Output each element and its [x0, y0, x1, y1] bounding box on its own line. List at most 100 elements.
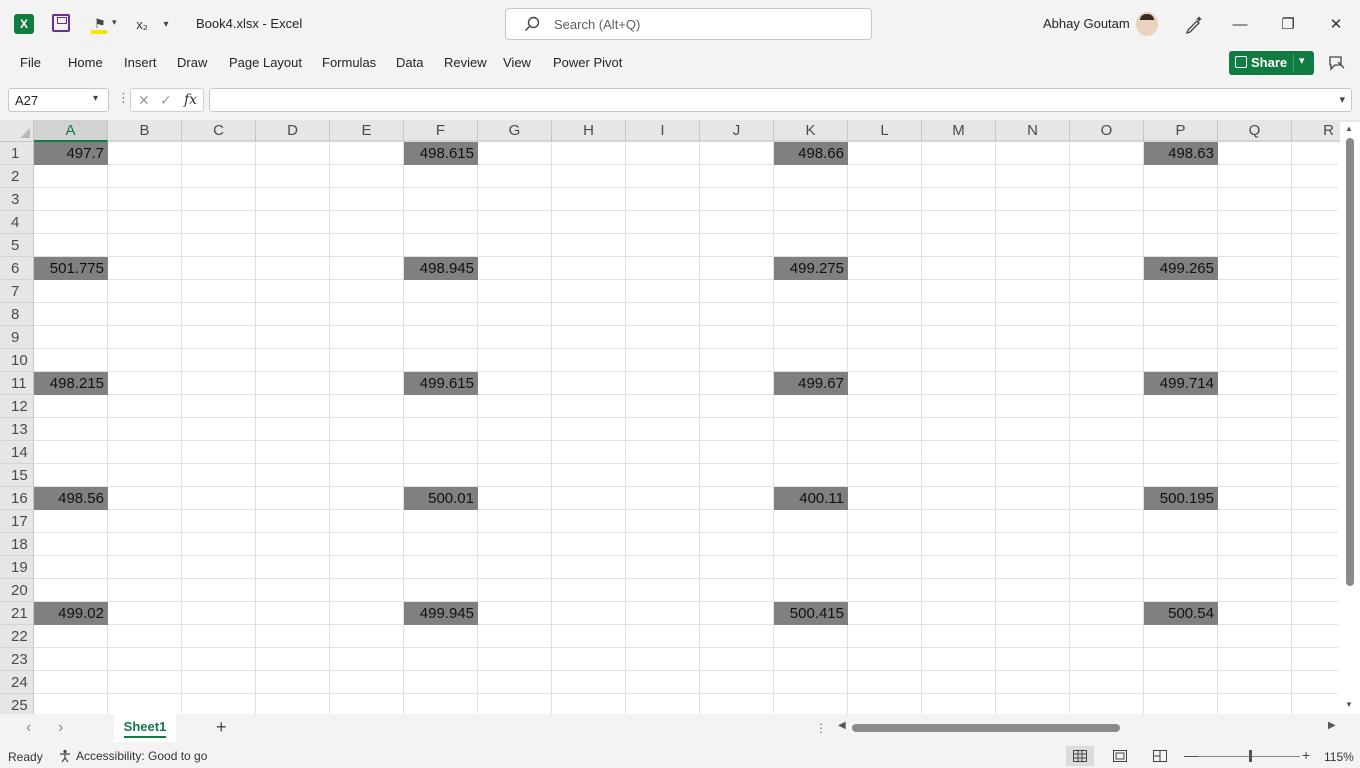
cell-f21[interactable]: 499.945: [404, 602, 478, 625]
cell-a11[interactable]: 498.215: [34, 372, 108, 395]
column-header-m[interactable]: M: [922, 120, 996, 142]
cell-k16[interactable]: 400.11: [774, 487, 848, 510]
zoom-in-button[interactable]: +: [1302, 747, 1310, 763]
row-header-12[interactable]: 12: [0, 395, 34, 418]
tab-draw[interactable]: Draw: [177, 55, 207, 70]
column-header-p[interactable]: P: [1144, 120, 1218, 142]
cell-p1[interactable]: 498.63: [1144, 142, 1218, 165]
row-header-23[interactable]: 23: [0, 648, 34, 671]
expand-formula-icon[interactable]: ▾: [1339, 93, 1345, 106]
cell-f6[interactable]: 498.945: [404, 257, 478, 280]
row-header-15[interactable]: 15: [0, 464, 34, 487]
cell-f11[interactable]: 499.615: [404, 372, 478, 395]
cell-k21[interactable]: 500.415: [774, 602, 848, 625]
minimize-button[interactable]: —: [1225, 10, 1255, 38]
column-header-b[interactable]: B: [108, 120, 182, 142]
copilot-pen-icon[interactable]: [1184, 14, 1204, 34]
zoom-slider-thumb[interactable]: [1249, 750, 1252, 762]
share-button[interactable]: Share ▾: [1229, 51, 1314, 75]
tab-formulas[interactable]: Formulas: [322, 55, 376, 70]
column-header-q[interactable]: Q: [1218, 120, 1292, 142]
chevron-down-icon[interactable]: ▾: [1299, 54, 1305, 67]
row-header-9[interactable]: 9: [0, 326, 34, 349]
normal-view-button[interactable]: [1066, 746, 1094, 766]
column-header-g[interactable]: G: [478, 120, 552, 142]
column-header-e[interactable]: E: [330, 120, 404, 142]
cell-p21[interactable]: 500.54: [1144, 602, 1218, 625]
fill-color-icon[interactable]: ⚑ ▾: [90, 13, 117, 35]
row-header-11[interactable]: 11: [0, 372, 34, 395]
column-header-n[interactable]: N: [996, 120, 1070, 142]
cell-k11[interactable]: 499.67: [774, 372, 848, 395]
row-header-6[interactable]: 6: [0, 257, 34, 280]
add-sheet-button[interactable]: +: [216, 717, 227, 738]
formula-input[interactable]: ▾: [209, 88, 1352, 112]
tab-insert[interactable]: Insert: [124, 55, 157, 70]
column-header-k[interactable]: K: [774, 120, 848, 142]
tab-review[interactable]: Review: [444, 55, 487, 70]
scroll-right-icon[interactable]: ▶: [1328, 720, 1336, 731]
row-header-3[interactable]: 3: [0, 188, 34, 211]
chevron-left-icon[interactable]: ‹: [26, 719, 31, 737]
column-header-j[interactable]: J: [700, 120, 774, 142]
cell-p11[interactable]: 499.714: [1144, 372, 1218, 395]
row-header-25[interactable]: 25: [0, 694, 34, 714]
scroll-down-icon[interactable]: ▼: [1345, 700, 1353, 709]
cancel-icon[interactable]: ✕: [138, 92, 150, 109]
zoom-out-button[interactable]: —: [1184, 747, 1198, 763]
row-header-19[interactable]: 19: [0, 556, 34, 579]
cell-k1[interactable]: 498.66: [774, 142, 848, 165]
save-icon[interactable]: [52, 14, 70, 32]
chevron-down-icon[interactable]: ▾: [93, 93, 98, 104]
tab-page-layout[interactable]: Page Layout: [229, 55, 302, 70]
cell-a1[interactable]: 497.7: [34, 142, 108, 165]
comments-icon[interactable]: [1328, 54, 1346, 72]
user-avatar[interactable]: [1136, 12, 1158, 36]
row-header-7[interactable]: 7: [0, 280, 34, 303]
customize-quick-access-icon[interactable]: ▾: [160, 14, 172, 34]
page-layout-view-button[interactable]: [1106, 746, 1134, 766]
column-header-d[interactable]: D: [256, 120, 330, 142]
search-box[interactable]: Search (Alt+Q): [505, 8, 872, 40]
cell-area[interactable]: 497.7 501.775 498.215 498.56 499.02 498.615 49…: [34, 142, 1338, 714]
more-options-icon[interactable]: ⋮: [117, 90, 130, 106]
cell-f1[interactable]: 498.615: [404, 142, 478, 165]
cell-a16[interactable]: 498.56: [34, 487, 108, 510]
row-header-24[interactable]: 24: [0, 671, 34, 694]
column-header-c[interactable]: C: [182, 120, 256, 142]
column-header-o[interactable]: O: [1070, 120, 1144, 142]
row-header-21[interactable]: 21: [0, 602, 34, 625]
accessibility-status[interactable]: Accessibility: Good to go: [58, 749, 207, 763]
tab-view[interactable]: View: [503, 55, 531, 70]
cell-a6[interactable]: 501.775: [34, 257, 108, 280]
cell-k6[interactable]: 499.275: [774, 257, 848, 280]
cell-f16[interactable]: 500.01: [404, 487, 478, 510]
page-break-view-button[interactable]: [1146, 746, 1174, 766]
column-header-a[interactable]: A: [34, 120, 108, 142]
row-header-16[interactable]: 16: [0, 487, 34, 510]
user-name[interactable]: Abhay Goutam: [1043, 16, 1130, 31]
row-header-14[interactable]: 14: [0, 441, 34, 464]
row-header-8[interactable]: 8: [0, 303, 34, 326]
tab-file[interactable]: File: [20, 55, 41, 70]
restore-button[interactable]: ❐: [1273, 10, 1303, 38]
cell-p6[interactable]: 499.265: [1144, 257, 1218, 280]
row-header-2[interactable]: 2: [0, 165, 34, 188]
row-header-10[interactable]: 10: [0, 349, 34, 372]
column-header-h[interactable]: H: [552, 120, 626, 142]
worksheet-grid[interactable]: 497.7 501.775 498.215 498.56 499.02 498.615 49…: [0, 120, 1360, 714]
zoom-level[interactable]: 115%: [1324, 750, 1354, 764]
row-header-4[interactable]: 4: [0, 211, 34, 234]
row-header-1[interactable]: 1: [0, 142, 34, 165]
insert-function-icon[interactable]: fx: [184, 92, 197, 108]
row-header-18[interactable]: 18: [0, 533, 34, 556]
tab-home[interactable]: Home: [68, 55, 103, 70]
scroll-left-icon[interactable]: ◀: [838, 720, 846, 731]
tab-data[interactable]: Data: [396, 55, 423, 70]
chevron-right-icon[interactable]: ›: [58, 719, 63, 737]
tab-power-pivot[interactable]: Power Pivot: [553, 55, 622, 70]
select-all-corner[interactable]: [0, 120, 34, 142]
name-box[interactable]: A27 ▾: [8, 88, 109, 112]
cell-a21[interactable]: 499.02: [34, 602, 108, 625]
horizontal-scrollbar[interactable]: ◀ ▶: [838, 720, 1340, 736]
